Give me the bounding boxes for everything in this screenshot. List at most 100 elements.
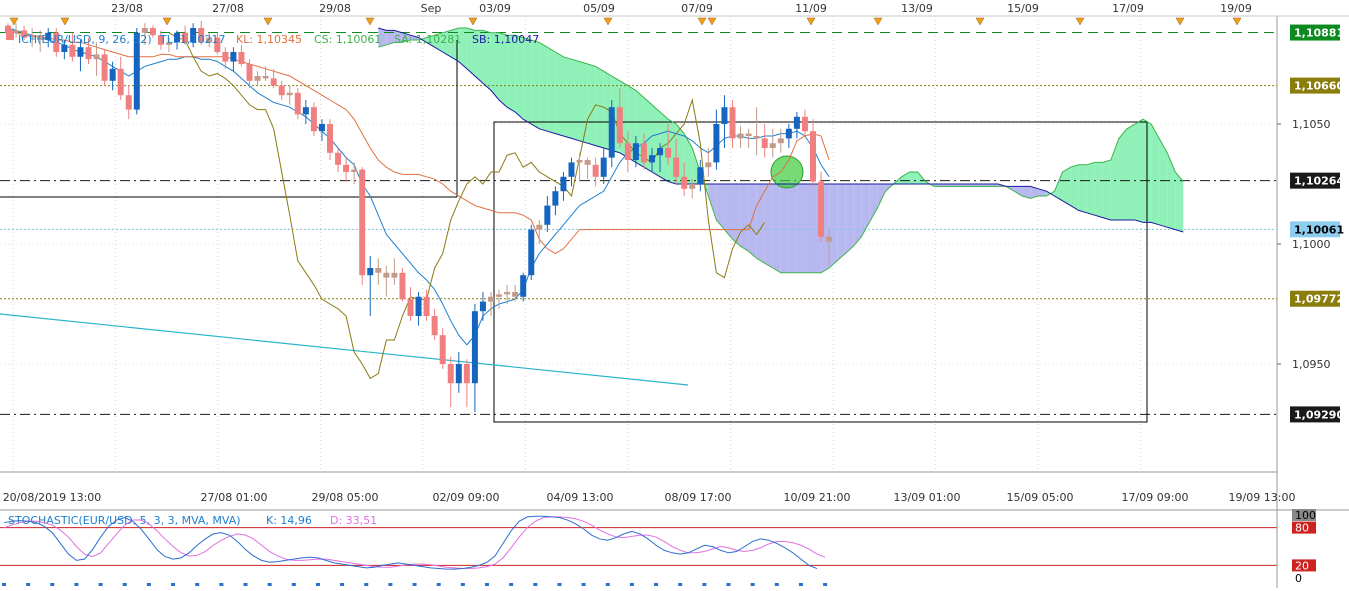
level-1-10264-label: 1,10264 bbox=[1294, 175, 1344, 188]
volume-bar bbox=[533, 583, 538, 586]
bear-candle[interactable] bbox=[375, 268, 382, 273]
volume-bar bbox=[436, 583, 441, 586]
bear-candle[interactable] bbox=[238, 52, 245, 64]
bull-candle[interactable] bbox=[649, 155, 655, 163]
bear-candle[interactable] bbox=[383, 272, 390, 278]
bear-candle[interactable] bbox=[463, 364, 470, 384]
bear-candle[interactable] bbox=[592, 164, 599, 177]
bear-candle[interactable] bbox=[729, 107, 736, 139]
bull-candle[interactable] bbox=[737, 133, 744, 139]
bear-candle[interactable] bbox=[761, 138, 768, 148]
bull-candle[interactable] bbox=[689, 184, 696, 189]
bear-candle[interactable] bbox=[222, 52, 229, 62]
bull-candle[interactable] bbox=[391, 272, 398, 278]
cloud-bull-segment bbox=[579, 61, 588, 144]
bull-candle[interactable] bbox=[504, 292, 511, 295]
bear-candle[interactable] bbox=[826, 236, 833, 242]
bull-candle[interactable] bbox=[230, 52, 237, 62]
volume-bar bbox=[605, 583, 610, 586]
bull-candle[interactable] bbox=[568, 162, 575, 177]
bull-candle[interactable] bbox=[576, 160, 583, 163]
bull-candle[interactable] bbox=[302, 107, 309, 115]
cloud-bull-segment bbox=[1094, 162, 1103, 218]
bull-candle[interactable] bbox=[455, 364, 462, 384]
bear-candle[interactable] bbox=[431, 316, 438, 336]
bull-candle[interactable] bbox=[536, 224, 543, 230]
bear-candle[interactable] bbox=[801, 116, 808, 132]
volume-bar bbox=[774, 583, 779, 586]
ichimoku-chart-window[interactable]: 1,1050 1,1000 1,0950 1,10881 1,10660 1,10264 1… bbox=[0, 0, 1349, 588]
bull-candle[interactable] bbox=[721, 107, 728, 124]
bear-candle[interactable] bbox=[335, 152, 342, 165]
cloud-bull-segment bbox=[1135, 119, 1144, 223]
bear-candle[interactable] bbox=[278, 85, 285, 96]
bull-candle[interactable] bbox=[415, 296, 422, 316]
bull-candle[interactable] bbox=[560, 176, 567, 192]
bull-candle[interactable] bbox=[632, 143, 639, 160]
bull-candle[interactable] bbox=[777, 138, 784, 144]
bull-candle[interactable] bbox=[528, 229, 535, 276]
bull-candle[interactable] bbox=[109, 68, 116, 81]
bull-candle[interactable] bbox=[471, 311, 478, 384]
bull-candle[interactable] bbox=[600, 157, 607, 177]
bull-candle[interactable] bbox=[785, 128, 792, 139]
bear-candle[interactable] bbox=[673, 157, 680, 177]
bear-candle[interactable] bbox=[270, 78, 277, 86]
bull-candle[interactable] bbox=[77, 47, 84, 57]
bear-candle[interactable] bbox=[447, 364, 454, 384]
bear-candle[interactable] bbox=[310, 107, 317, 132]
time-axis-label: 04/09 13:00 bbox=[547, 491, 614, 504]
bear-candle[interactable] bbox=[745, 133, 752, 136]
bull-candle[interactable] bbox=[769, 143, 776, 148]
bear-candle[interactable] bbox=[624, 143, 631, 160]
bull-candle[interactable] bbox=[254, 76, 261, 81]
bull-candle[interactable] bbox=[705, 162, 712, 168]
bull-candle[interactable] bbox=[367, 268, 374, 276]
bear-candle[interactable] bbox=[665, 148, 672, 158]
bear-candle[interactable] bbox=[399, 272, 406, 300]
bull-candle[interactable] bbox=[544, 205, 551, 225]
bear-candle[interactable] bbox=[359, 169, 366, 276]
bear-candle[interactable] bbox=[101, 54, 108, 81]
bear-candle[interactable] bbox=[407, 299, 414, 316]
bear-candle[interactable] bbox=[423, 296, 430, 316]
cloud-bull-segment bbox=[1086, 162, 1095, 216]
bear-candle[interactable] bbox=[616, 107, 623, 144]
bull-candle[interactable] bbox=[697, 167, 704, 184]
volume-bar bbox=[726, 583, 731, 586]
bear-candle[interactable] bbox=[681, 176, 688, 189]
volume-bar bbox=[219, 583, 224, 586]
highlight-ellipse[interactable] bbox=[770, 155, 804, 189]
bear-candle[interactable] bbox=[327, 124, 333, 153]
bear-candle[interactable] bbox=[294, 92, 301, 115]
bull-candle[interactable] bbox=[520, 275, 527, 297]
bull-candle[interactable] bbox=[286, 92, 293, 96]
bear-candle[interactable] bbox=[125, 95, 132, 110]
bear-candle[interactable] bbox=[117, 68, 124, 96]
bear-candle[interactable] bbox=[818, 181, 825, 237]
bull-candle[interactable] bbox=[488, 296, 494, 302]
bear-candle[interactable] bbox=[343, 164, 350, 172]
bull-candle[interactable] bbox=[552, 191, 559, 206]
bull-candle[interactable] bbox=[496, 294, 503, 297]
bear-candle[interactable] bbox=[640, 143, 647, 163]
bear-candle[interactable] bbox=[810, 131, 816, 182]
bull-candle[interactable] bbox=[351, 169, 358, 172]
bear-candle[interactable] bbox=[512, 292, 519, 297]
bull-candle[interactable] bbox=[608, 107, 615, 158]
bull-candle[interactable] bbox=[318, 124, 325, 132]
bear-candle[interactable] bbox=[439, 335, 446, 364]
bear-candle[interactable] bbox=[584, 160, 591, 165]
bull-candle[interactable] bbox=[657, 148, 664, 156]
bear-candle[interactable] bbox=[85, 47, 92, 60]
chart-canvas[interactable]: 1,1050 1,1000 1,0950 1,10881 1,10660 1,10264 1… bbox=[0, 0, 1349, 588]
bear-candle[interactable] bbox=[262, 76, 269, 79]
cloud-bull-segment bbox=[909, 172, 918, 184]
bull-candle[interactable] bbox=[793, 116, 800, 129]
bull-candle[interactable] bbox=[713, 124, 720, 163]
bear-candle[interactable] bbox=[753, 136, 760, 139]
bear-candle[interactable] bbox=[69, 44, 76, 57]
bull-candle[interactable] bbox=[479, 301, 486, 312]
bull-candle[interactable] bbox=[93, 54, 100, 60]
bear-candle[interactable] bbox=[246, 64, 253, 81]
